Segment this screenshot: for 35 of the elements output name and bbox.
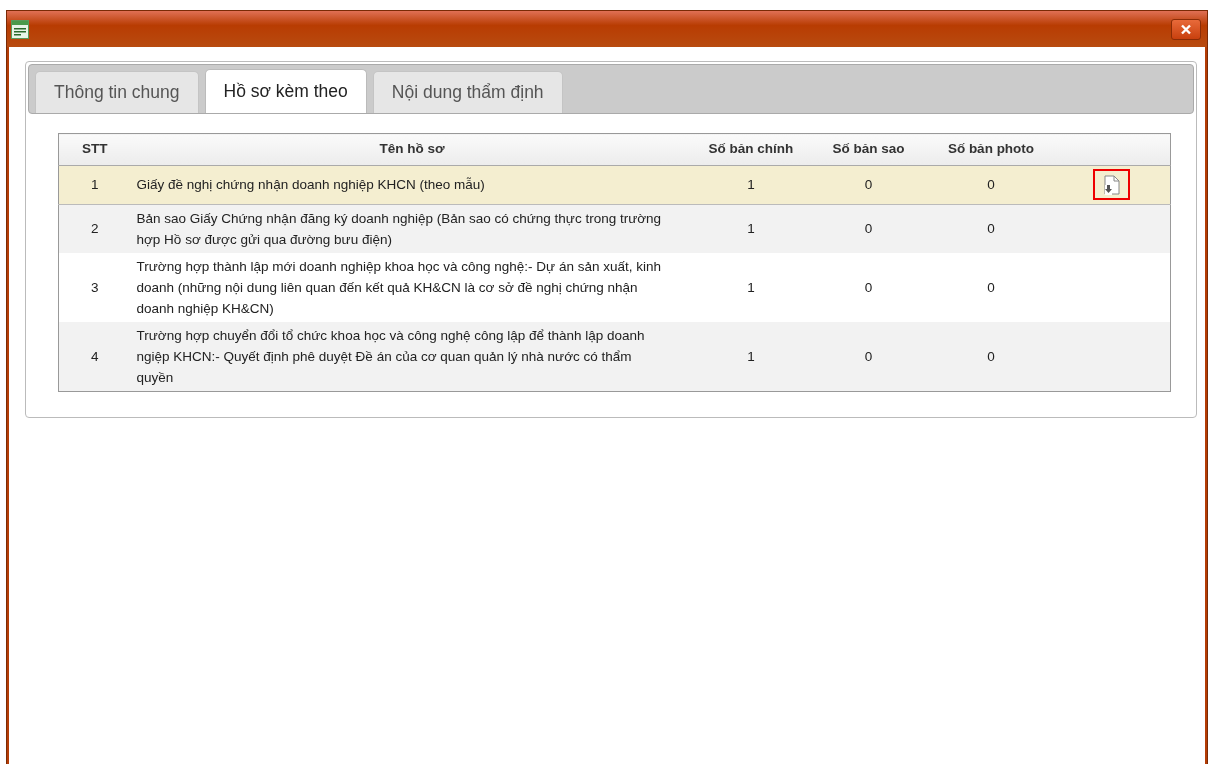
window-icon bbox=[11, 19, 29, 39]
table-cell: 1 bbox=[693, 165, 809, 204]
table-cell: 0 bbox=[928, 204, 1054, 253]
table-cell: 0 bbox=[928, 252, 1054, 322]
tab[interactable]: Thông tin chung bbox=[35, 71, 199, 113]
close-button[interactable] bbox=[1171, 18, 1201, 40]
table-cell: 1 bbox=[693, 252, 809, 322]
table-row[interactable]: 1 Giấy đề nghị chứng nhận doanh nghiệp KHCN (theo mẫu) 1 0 0 bbox=[58, 165, 1171, 204]
table-cell: Trường hợp thành lập mới doanh nghiệp khoa học và công nghệ:- Dự án sản xuất, kinh doanh (những nội dung liên quan đến kết quả KH&CN là cơ sở đề nghị chứng nhận doanh nghiệp KH&CN) bbox=[130, 252, 694, 322]
tab[interactable]: Hồ sơ kèm theo bbox=[204, 69, 367, 113]
close-icon bbox=[1180, 24, 1192, 36]
column-header: Số bản photo bbox=[928, 133, 1054, 166]
table-cell: Giấy đề nghị chứng nhận doanh nghiệp KHCN (theo mẫu) bbox=[130, 165, 694, 204]
table-cell: 1 bbox=[58, 165, 131, 204]
table-cell: 0 bbox=[928, 165, 1054, 204]
table-cell: Trường hợp chuyển đổi tổ chức khoa học và công nghệ công lập để thành lập doanh ngiệp KHCN:- Quyết định phê duyệt Đề án của cơ quan quản lý nhà nước có thẩm quyền bbox=[130, 321, 694, 391]
table-cell: Bản sao Giấy Chứng nhận đăng ký doanh nghiệp (Bản sao có chứng thực trong trường hợp Hồ sơ được gửi qua đường bưu điện) bbox=[130, 204, 694, 253]
download-icon bbox=[1101, 174, 1122, 195]
column-header: Số bản chính bbox=[693, 133, 809, 166]
table-cell: 2 bbox=[58, 204, 131, 253]
table-cell: 0 bbox=[808, 204, 929, 253]
column-header: STT bbox=[58, 133, 131, 166]
table-cell: 0 bbox=[808, 165, 929, 204]
table-row[interactable]: 3 Trường hợp thành lập mới doanh nghiệp khoa học và công nghệ:- Dự án sản xuất, kinh doanh (những nội dung liên quan đến kết quả KH&CN là cơ sở đề nghị chứng nhận doanh nghiệp KH&CN) 1 0 0 bbox=[58, 252, 1171, 322]
table-cell: 3 bbox=[58, 252, 131, 322]
column-header: Số bản sao bbox=[808, 133, 929, 166]
table-cell: 0 bbox=[928, 321, 1054, 391]
download-button[interactable] bbox=[1093, 169, 1131, 200]
table-cell: 0 bbox=[808, 252, 929, 322]
table-cell: 0 bbox=[808, 321, 929, 391]
table-cell: 1 bbox=[693, 204, 809, 253]
column-header: Tên hồ sơ bbox=[130, 133, 694, 166]
table-cell: 1 bbox=[693, 321, 809, 391]
tab[interactable]: Nội dung thẩm định bbox=[372, 71, 563, 113]
table-cell: 4 bbox=[58, 321, 131, 391]
